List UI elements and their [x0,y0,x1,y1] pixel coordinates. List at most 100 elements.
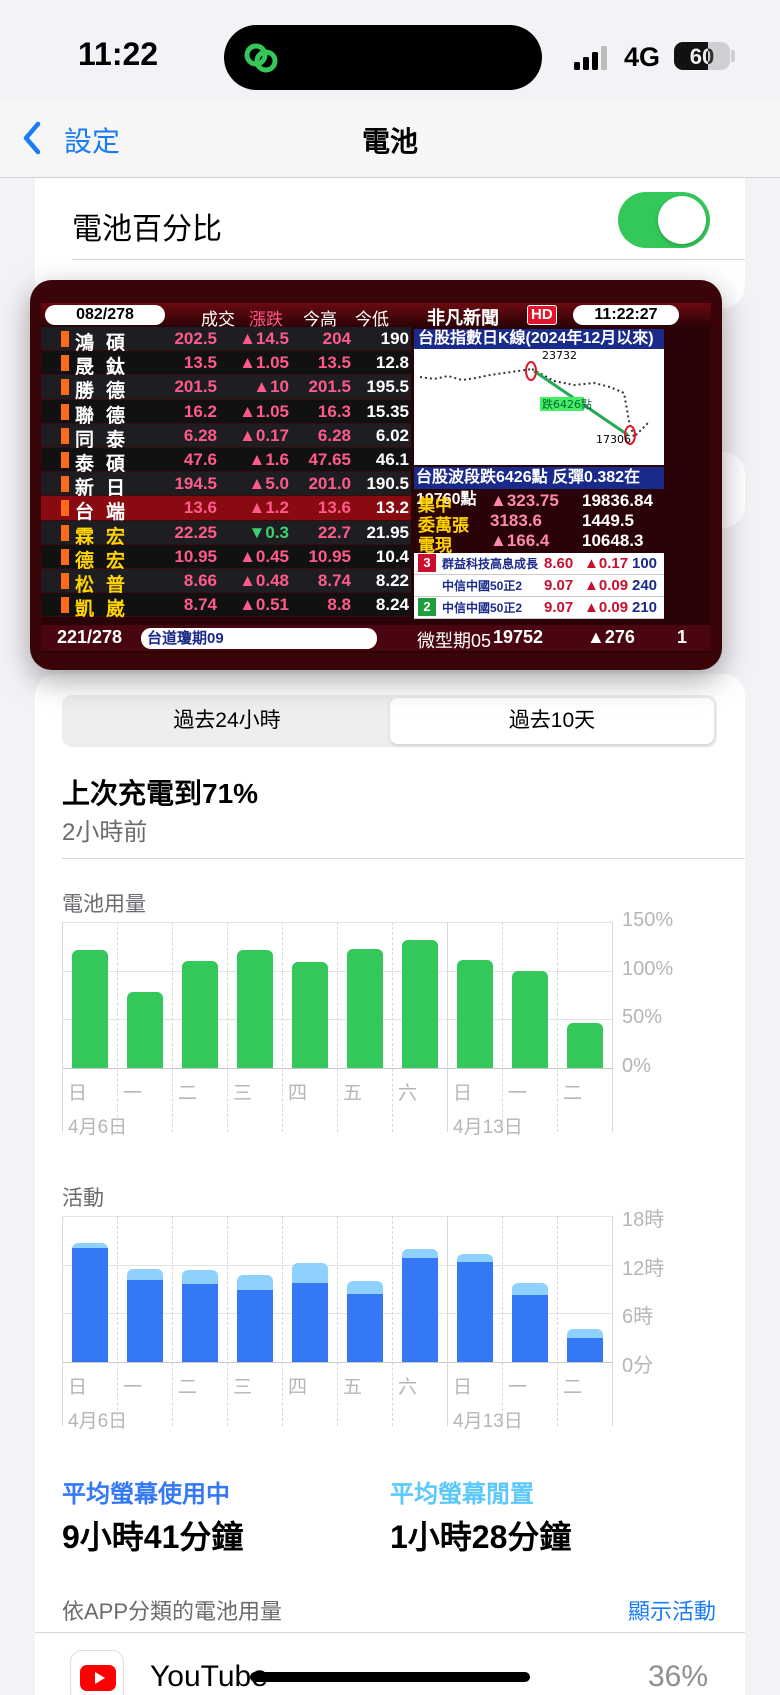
date-label: 4月6日 [68,1411,128,1432]
active-bar [236,1289,273,1362]
stock-change: ▼0.3 [248,522,289,542]
battery-percentage-toggle[interactable] [618,192,710,248]
stock-row: 台端 13.6 ▲1.2 13.6 13.2 [41,496,411,523]
futures-value: 19752 [493,627,544,647]
x-tick-label: 日 [453,1083,473,1104]
stock-high: 47.65 [308,449,351,469]
column-divider [447,922,448,1132]
column-divider [557,922,558,1132]
usage-chart-title: 電池用量 [62,893,146,916]
tv-channel-logo: 非凡新聞 [427,308,499,328]
x-tick-label: 一 [508,1083,528,1104]
active-bar [456,1262,493,1362]
stock-price: 13.5 [183,353,217,373]
stock-low: 10.4 [375,546,409,566]
column-divider [282,922,283,1132]
usage-bar [566,1023,603,1068]
etf-price: 8.60 [544,555,574,572]
show-activity-button[interactable]: 顯示活動 [628,1594,716,1626]
y-tick-label: 0分 [622,1355,654,1377]
x-tick-label: 日 [68,1083,88,1104]
stock-change: ▲5.0 [248,474,289,494]
picture-in-picture-video[interactable]: 082/278 成交 漲跌 今高 今低 非凡新聞 HD 11:22:27 鴻碩 2… [30,280,722,670]
x-tick-label: 三 [233,1377,253,1398]
stock-row: 德宏 10.95 ▲0.45 10.95 10.4 [41,544,411,572]
usage-bar [291,961,328,1068]
x-tick-label: 六 [398,1377,418,1398]
etf-row: 中信中國50正2 9.07 ▲0.09 240 [414,575,664,597]
column-divider [337,922,338,1132]
index-change: 3183.6 [490,511,542,530]
active-bar [291,1282,328,1362]
x-tick-label: 二 [563,1083,583,1104]
stock-low: 46.1 [375,449,409,469]
stock-high: 8.8 [327,595,351,615]
active-bar [401,1258,438,1362]
time-range-segmented-control[interactable]: 過去24小時 過去10天 [62,695,717,747]
stock-marker [61,427,69,444]
stock-row: 同泰 6.28 ▲0.17 6.28 6.02 [41,423,411,451]
etf-rank: 3 [418,554,436,572]
activity-chart-title: 活動 [62,1187,104,1210]
last-charge-time: 2小時前 [62,819,148,846]
stock-marker [61,355,69,372]
stock-row: 松普 8.66 ▲0.48 8.74 8.22 [41,568,411,596]
footer-page: 1 [677,627,688,647]
battery-percent: 60 [689,44,715,69]
stock-row: 泰碩 47.6 ▲1.6 47.65 46.1 [41,447,411,475]
y-tick-label: 12時 [622,1257,665,1280]
etf-row: 3 群益科技高息成長 8.60 ▲0.17 100 [414,553,664,575]
dynamic-island[interactable] [224,25,542,90]
stock-price: 13.6 [183,498,217,518]
x-tick-label: 日 [453,1377,473,1398]
stock-low: 13.2 [375,498,409,518]
usage-bar [511,970,548,1068]
stock-low: 12.8 [375,353,409,373]
stock-price: 16.2 [183,401,217,421]
date-label: 4月13日 [453,1411,523,1432]
column-divider [337,1216,338,1426]
kline-low-label: 17306 [596,433,631,446]
stock-marker [61,548,69,565]
segment-24-hours[interactable]: 過去24小時 [65,698,389,744]
segment-10-days[interactable]: 過去10天 [390,698,714,744]
column-divider [502,922,503,1132]
stock-price: 194.5 [174,474,217,494]
etf-volume: 100 [632,555,658,572]
stock-change: ▲14.5 [239,329,289,348]
stock-name: 凱崴 [75,599,138,621]
column-divider [117,922,118,1132]
kline-drop-label: 跌6426點 [542,397,592,411]
x-tick-label: 二 [178,1377,198,1398]
etf-change: ▲0.09 [584,577,629,594]
stock-high: 204 [322,329,351,348]
home-indicator[interactable] [250,1672,530,1682]
youtube-icon [70,1650,124,1695]
active-bar [511,1295,548,1362]
y-tick-label: 150% [622,909,674,931]
tv-headline: 台股波段跌6426點 反彈0.382在19760點 [414,467,664,508]
usage-bar [456,959,493,1068]
stock-table: 鴻碩 202.5 ▲14.5 204 190 晟鈦 13.5 ▲1.05 13.5 12.8 勝德 2… [41,327,411,620]
active-bar [181,1284,218,1362]
stock-price: 8.66 [183,570,217,590]
column-divider [227,1216,228,1426]
etf-price: 9.07 [544,577,574,594]
activity-chart: 18時 12時 6時 0分日 一 二 三 四 五 六 日 一 二 4月6日 4月13日 [62,1209,762,1452]
stock-marker [61,331,69,347]
x-tick-label: 三 [233,1083,253,1104]
footer-ticker: 台道瓊期09 [141,628,377,649]
column-divider [172,922,173,1132]
stock-change: ▲0.17 [239,425,289,445]
stock-change: ▲1.05 [239,401,289,421]
etf-volume: 210 [632,599,658,616]
battery-nub [731,50,735,62]
stock-row: 霖宏 22.25 ▼0.3 22.7 21.95 [41,520,411,548]
y-tick-label: 100% [622,957,674,980]
stock-price: 10.95 [174,546,217,566]
usage-bar [71,950,108,1068]
stock-low: 190 [380,329,409,348]
divider [35,1632,745,1633]
tv-header: 082/278 成交 漲跌 今高 今低 非凡新聞 HD 11:22:27 [41,303,711,329]
stock-change: ▲0.45 [239,546,289,566]
